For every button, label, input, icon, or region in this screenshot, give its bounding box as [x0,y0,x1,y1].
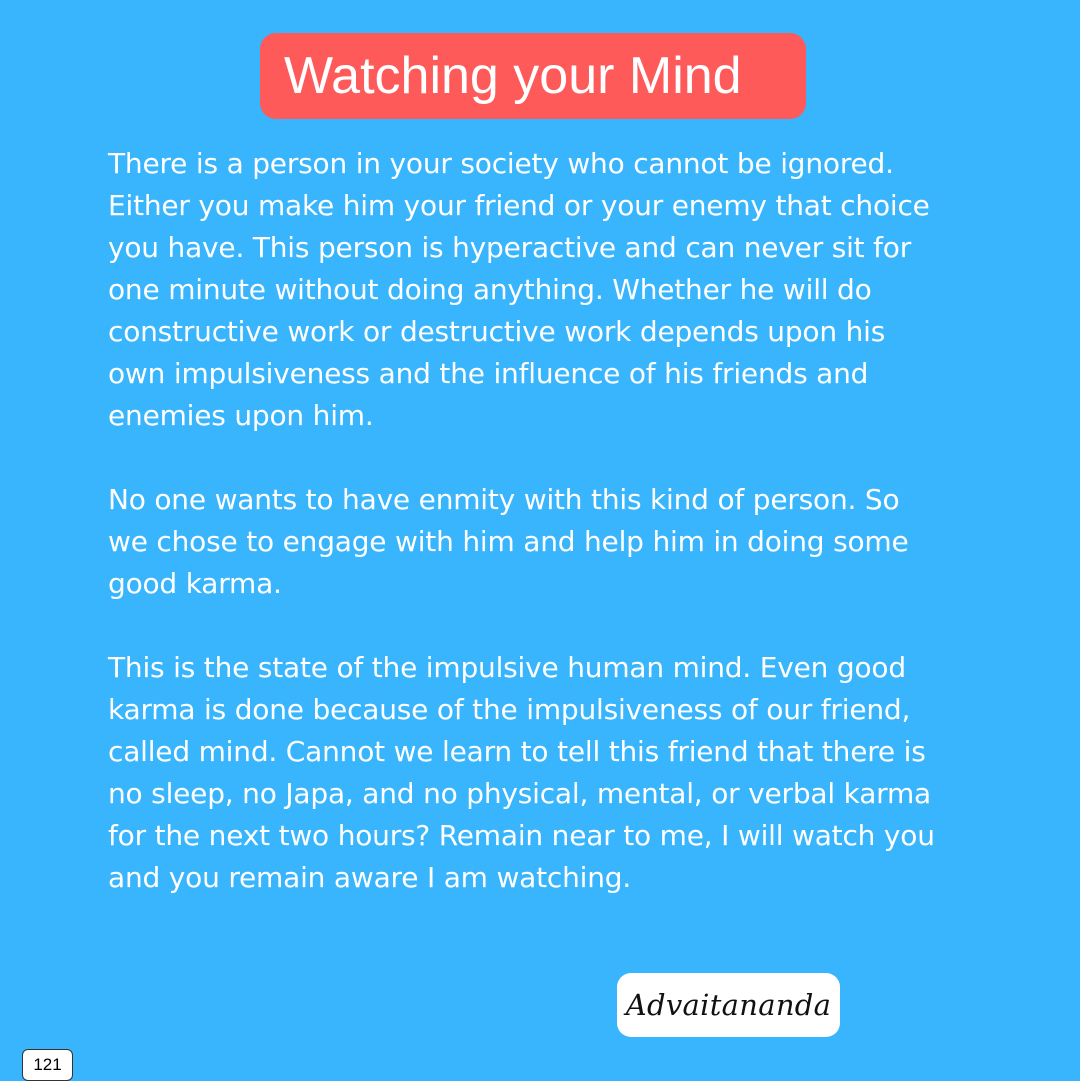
paragraph-1: There is a person in your society who ca… [108,143,1008,437]
author-signature: Advaitananda [625,988,832,1022]
page-number: 121 [22,1049,73,1081]
paragraph-3: This is the state of the impulsive human… [108,647,1008,899]
text-line: one minute without doing anything. Wheth… [108,273,872,306]
body-text: There is a person in your society who ca… [108,143,1008,899]
text-line: you have. This person is hyperactive and… [108,231,912,264]
text-line: constructive work or destructive work de… [108,315,886,348]
text-line: There is a person in your society who ca… [108,147,894,180]
text-line: No one wants to have enmity with this ki… [108,483,900,516]
text-line: own impulsiveness and the influence of h… [108,357,869,390]
text-line: karma is done because of the impulsivene… [108,693,911,726]
paragraph-2: No one wants to have enmity with this ki… [108,479,1008,605]
text-line: Either you make him your friend or your … [108,189,930,222]
text-line: called mind. Cannot we learn to tell thi… [108,735,926,768]
text-line: good karma. [108,567,282,600]
text-line: we chose to engage with him and help him… [108,525,909,558]
page-title: Watching your Mind [284,47,742,105]
text-line: for the next two hours? Remain near to m… [108,819,935,852]
text-line: and you remain aware I am watching. [108,861,632,894]
title-banner: Watching your Mind [260,33,806,119]
text-line: no sleep, no Japa, and no physical, ment… [108,777,932,810]
text-line: This is the state of the impulsive human… [108,651,906,684]
text-line: enemies upon him. [108,399,374,432]
signature-badge: Advaitananda [617,973,840,1037]
